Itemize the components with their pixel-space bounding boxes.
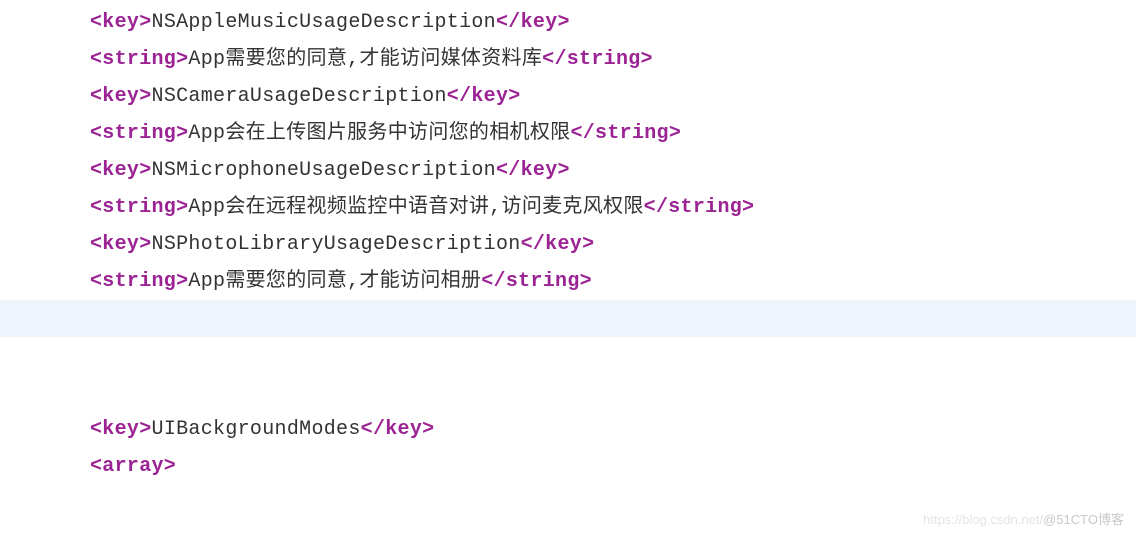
code-line <box>0 300 1136 337</box>
xml-open-tag: <key> <box>90 85 152 108</box>
watermark-url: https://blog.csdn.net/ <box>923 512 1043 527</box>
xml-close-tag: </key> <box>521 233 595 256</box>
xml-close-tag: </string> <box>644 196 755 219</box>
xml-close-tag: </key> <box>496 159 570 182</box>
xml-content: NSAppleMusicUsageDescription <box>152 11 496 34</box>
xml-content: App会在远程视频监控中语音对讲,访问麦克风权限 <box>188 196 643 219</box>
code-line: <array> <box>0 448 1136 485</box>
xml-content: App会在上传图片服务中访问您的相机权限 <box>188 122 570 145</box>
code-line: <key>NSAppleMusicUsageDescription</key> <box>0 4 1136 41</box>
xml-content: UIBackgroundModes <box>152 418 361 441</box>
xml-content: NSPhotoLibraryUsageDescription <box>152 233 521 256</box>
code-line: <string>App会在上传图片服务中访问您的相机权限</string> <box>0 115 1136 152</box>
code-line: <string>App需要您的同意,才能访问相册</string> <box>0 263 1136 300</box>
code-line <box>0 374 1136 411</box>
xml-open-tag: <key> <box>90 233 152 256</box>
code-line: <string>App会在远程视频监控中语音对讲,访问麦克风权限</string… <box>0 189 1136 226</box>
xml-open-tag: <string> <box>90 48 188 71</box>
xml-open-tag: <key> <box>90 11 152 34</box>
code-line: <key>NSPhotoLibraryUsageDescription</key… <box>0 226 1136 263</box>
xml-close-tag: </string> <box>542 48 653 71</box>
xml-open-tag: <key> <box>90 418 152 441</box>
xml-content: App需要您的同意,才能访问相册 <box>188 270 481 293</box>
code-editor: <key>NSAppleMusicUsageDescription</key><… <box>0 0 1136 485</box>
code-line: <key>NSMicrophoneUsageDescription</key> <box>0 152 1136 189</box>
code-line: <string>App需要您的同意,才能访问媒体资料库</string> <box>0 41 1136 78</box>
xml-open-tag: <string> <box>90 270 188 293</box>
xml-close-tag: </key> <box>496 11 570 34</box>
xml-close-tag: </key> <box>361 418 435 441</box>
xml-content: NSMicrophoneUsageDescription <box>152 159 496 182</box>
xml-content: App需要您的同意,才能访问媒体资料库 <box>188 48 542 71</box>
xml-open-tag: <key> <box>90 159 152 182</box>
xml-content: NSCameraUsageDescription <box>152 85 447 108</box>
line-gutter <box>0 0 16 546</box>
watermark: https://blog.csdn.net/@51CTO博客 <box>923 508 1124 532</box>
code-line <box>0 337 1136 374</box>
xml-open-tag: <array> <box>90 455 176 478</box>
xml-close-tag: </key> <box>447 85 521 108</box>
code-line: <key>NSCameraUsageDescription</key> <box>0 78 1136 115</box>
watermark-handle: @51CTO博客 <box>1043 512 1124 527</box>
xml-close-tag: </string> <box>570 122 681 145</box>
xml-close-tag: </string> <box>481 270 592 293</box>
xml-open-tag: <string> <box>90 196 188 219</box>
code-line: <key>UIBackgroundModes</key> <box>0 411 1136 448</box>
xml-open-tag: <string> <box>90 122 188 145</box>
